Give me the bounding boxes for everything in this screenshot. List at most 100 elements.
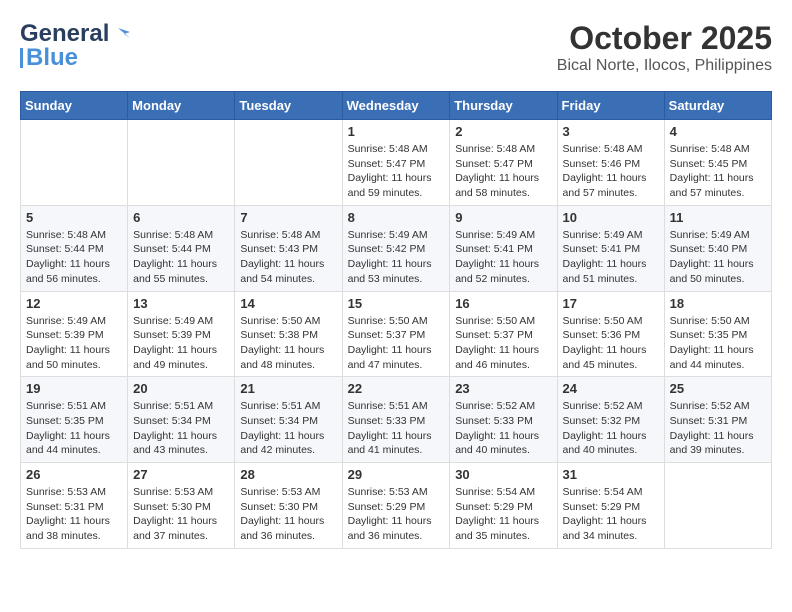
day-info: Sunrise: 5:48 AMSunset: 5:47 PMDaylight:… (455, 143, 539, 199)
day-info: Sunrise: 5:53 AMSunset: 5:30 PMDaylight:… (133, 486, 217, 542)
calendar-cell: 13 Sunrise: 5:49 AMSunset: 5:39 PMDaylig… (128, 291, 235, 377)
day-info: Sunrise: 5:48 AMSunset: 5:45 PMDaylight:… (670, 143, 754, 199)
weekday-header: Friday (557, 92, 664, 120)
weekday-header: Monday (128, 92, 235, 120)
day-number: 2 (455, 124, 551, 139)
day-info: Sunrise: 5:53 AMSunset: 5:31 PMDaylight:… (26, 486, 110, 542)
calendar-week-row: 1 Sunrise: 5:48 AMSunset: 5:47 PMDayligh… (21, 120, 772, 206)
day-number: 13 (133, 296, 229, 311)
day-info: Sunrise: 5:52 AMSunset: 5:32 PMDaylight:… (563, 400, 647, 456)
calendar-cell: 1 Sunrise: 5:48 AMSunset: 5:47 PMDayligh… (342, 120, 450, 206)
day-info: Sunrise: 5:48 AMSunset: 5:43 PMDaylight:… (240, 229, 324, 285)
day-number: 17 (563, 296, 659, 311)
calendar-cell: 28 Sunrise: 5:53 AMSunset: 5:30 PMDaylig… (235, 463, 342, 549)
day-info: Sunrise: 5:48 AMSunset: 5:47 PMDaylight:… (348, 143, 432, 199)
day-info: Sunrise: 5:50 AMSunset: 5:37 PMDaylight:… (455, 315, 539, 371)
calendar-cell: 10 Sunrise: 5:49 AMSunset: 5:41 PMDaylig… (557, 205, 664, 291)
day-info: Sunrise: 5:50 AMSunset: 5:36 PMDaylight:… (563, 315, 647, 371)
day-number: 19 (26, 381, 122, 396)
day-info: Sunrise: 5:49 AMSunset: 5:39 PMDaylight:… (26, 315, 110, 371)
location-title: Bical Norte, Ilocos, Philippines (557, 57, 772, 75)
day-info: Sunrise: 5:53 AMSunset: 5:30 PMDaylight:… (240, 486, 324, 542)
day-info: Sunrise: 5:54 AMSunset: 5:29 PMDaylight:… (455, 486, 539, 542)
day-number: 3 (563, 124, 659, 139)
day-info: Sunrise: 5:50 AMSunset: 5:35 PMDaylight:… (670, 315, 754, 371)
weekday-header: Wednesday (342, 92, 450, 120)
calendar-cell: 2 Sunrise: 5:48 AMSunset: 5:47 PMDayligh… (450, 120, 557, 206)
calendar-cell: 7 Sunrise: 5:48 AMSunset: 5:43 PMDayligh… (235, 205, 342, 291)
day-number: 25 (670, 381, 766, 396)
day-info: Sunrise: 5:51 AMSunset: 5:33 PMDaylight:… (348, 400, 432, 456)
calendar-cell (235, 120, 342, 206)
day-number: 9 (455, 210, 551, 225)
day-number: 29 (348, 467, 445, 482)
day-number: 15 (348, 296, 445, 311)
day-number: 4 (670, 124, 766, 139)
calendar-week-row: 26 Sunrise: 5:53 AMSunset: 5:31 PMDaylig… (21, 463, 772, 549)
month-title: October 2025 (557, 20, 772, 57)
logo-bar (20, 48, 23, 68)
day-number: 26 (26, 467, 122, 482)
calendar-cell: 19 Sunrise: 5:51 AMSunset: 5:35 PMDaylig… (21, 377, 128, 463)
calendar-cell: 9 Sunrise: 5:49 AMSunset: 5:41 PMDayligh… (450, 205, 557, 291)
day-number: 8 (348, 210, 445, 225)
day-info: Sunrise: 5:51 AMSunset: 5:35 PMDaylight:… (26, 400, 110, 456)
day-number: 7 (240, 210, 336, 225)
calendar-cell: 17 Sunrise: 5:50 AMSunset: 5:36 PMDaylig… (557, 291, 664, 377)
day-number: 27 (133, 467, 229, 482)
logo-bird-icon (110, 24, 130, 44)
calendar-cell: 15 Sunrise: 5:50 AMSunset: 5:37 PMDaylig… (342, 291, 450, 377)
day-info: Sunrise: 5:49 AMSunset: 5:41 PMDaylight:… (563, 229, 647, 285)
logo: General Blue (20, 20, 131, 72)
page-header: General Blue October 2025 Bical Norte, I… (20, 20, 772, 75)
day-number: 18 (670, 296, 766, 311)
day-info: Sunrise: 5:52 AMSunset: 5:33 PMDaylight:… (455, 400, 539, 456)
calendar-cell: 27 Sunrise: 5:53 AMSunset: 5:30 PMDaylig… (128, 463, 235, 549)
calendar-cell: 6 Sunrise: 5:48 AMSunset: 5:44 PMDayligh… (128, 205, 235, 291)
title-area: October 2025 Bical Norte, Ilocos, Philip… (557, 20, 772, 75)
calendar-cell: 29 Sunrise: 5:53 AMSunset: 5:29 PMDaylig… (342, 463, 450, 549)
weekday-header: Tuesday (235, 92, 342, 120)
day-info: Sunrise: 5:49 AMSunset: 5:39 PMDaylight:… (133, 315, 217, 371)
day-number: 28 (240, 467, 336, 482)
day-number: 5 (26, 210, 122, 225)
day-number: 21 (240, 381, 336, 396)
weekday-header: Thursday (450, 92, 557, 120)
calendar-cell: 31 Sunrise: 5:54 AMSunset: 5:29 PMDaylig… (557, 463, 664, 549)
calendar-week-row: 19 Sunrise: 5:51 AMSunset: 5:35 PMDaylig… (21, 377, 772, 463)
day-number: 16 (455, 296, 551, 311)
weekday-header: Sunday (21, 92, 128, 120)
calendar-cell: 4 Sunrise: 5:48 AMSunset: 5:45 PMDayligh… (664, 120, 771, 206)
calendar-header-row: SundayMondayTuesdayWednesdayThursdayFrid… (21, 92, 772, 120)
day-info: Sunrise: 5:51 AMSunset: 5:34 PMDaylight:… (240, 400, 324, 456)
calendar-cell: 11 Sunrise: 5:49 AMSunset: 5:40 PMDaylig… (664, 205, 771, 291)
day-info: Sunrise: 5:53 AMSunset: 5:29 PMDaylight:… (348, 486, 432, 542)
day-number: 14 (240, 296, 336, 311)
calendar-cell: 30 Sunrise: 5:54 AMSunset: 5:29 PMDaylig… (450, 463, 557, 549)
calendar-cell: 20 Sunrise: 5:51 AMSunset: 5:34 PMDaylig… (128, 377, 235, 463)
day-info: Sunrise: 5:50 AMSunset: 5:38 PMDaylight:… (240, 315, 324, 371)
day-number: 24 (563, 381, 659, 396)
day-info: Sunrise: 5:52 AMSunset: 5:31 PMDaylight:… (670, 400, 754, 456)
calendar-week-row: 12 Sunrise: 5:49 AMSunset: 5:39 PMDaylig… (21, 291, 772, 377)
calendar-cell (128, 120, 235, 206)
calendar-cell: 3 Sunrise: 5:48 AMSunset: 5:46 PMDayligh… (557, 120, 664, 206)
calendar-cell: 16 Sunrise: 5:50 AMSunset: 5:37 PMDaylig… (450, 291, 557, 377)
day-info: Sunrise: 5:48 AMSunset: 5:44 PMDaylight:… (133, 229, 217, 285)
day-number: 10 (563, 210, 659, 225)
day-info: Sunrise: 5:51 AMSunset: 5:34 PMDaylight:… (133, 400, 217, 456)
day-info: Sunrise: 5:49 AMSunset: 5:40 PMDaylight:… (670, 229, 754, 285)
calendar-cell: 25 Sunrise: 5:52 AMSunset: 5:31 PMDaylig… (664, 377, 771, 463)
calendar-cell: 5 Sunrise: 5:48 AMSunset: 5:44 PMDayligh… (21, 205, 128, 291)
day-number: 12 (26, 296, 122, 311)
day-number: 11 (670, 210, 766, 225)
calendar-table: SundayMondayTuesdayWednesdayThursdayFrid… (20, 91, 772, 549)
calendar-cell: 21 Sunrise: 5:51 AMSunset: 5:34 PMDaylig… (235, 377, 342, 463)
day-number: 30 (455, 467, 551, 482)
day-number: 20 (133, 381, 229, 396)
day-info: Sunrise: 5:48 AMSunset: 5:46 PMDaylight:… (563, 143, 647, 199)
day-number: 22 (348, 381, 445, 396)
calendar-cell: 23 Sunrise: 5:52 AMSunset: 5:33 PMDaylig… (450, 377, 557, 463)
calendar-cell (21, 120, 128, 206)
calendar-cell: 24 Sunrise: 5:52 AMSunset: 5:32 PMDaylig… (557, 377, 664, 463)
